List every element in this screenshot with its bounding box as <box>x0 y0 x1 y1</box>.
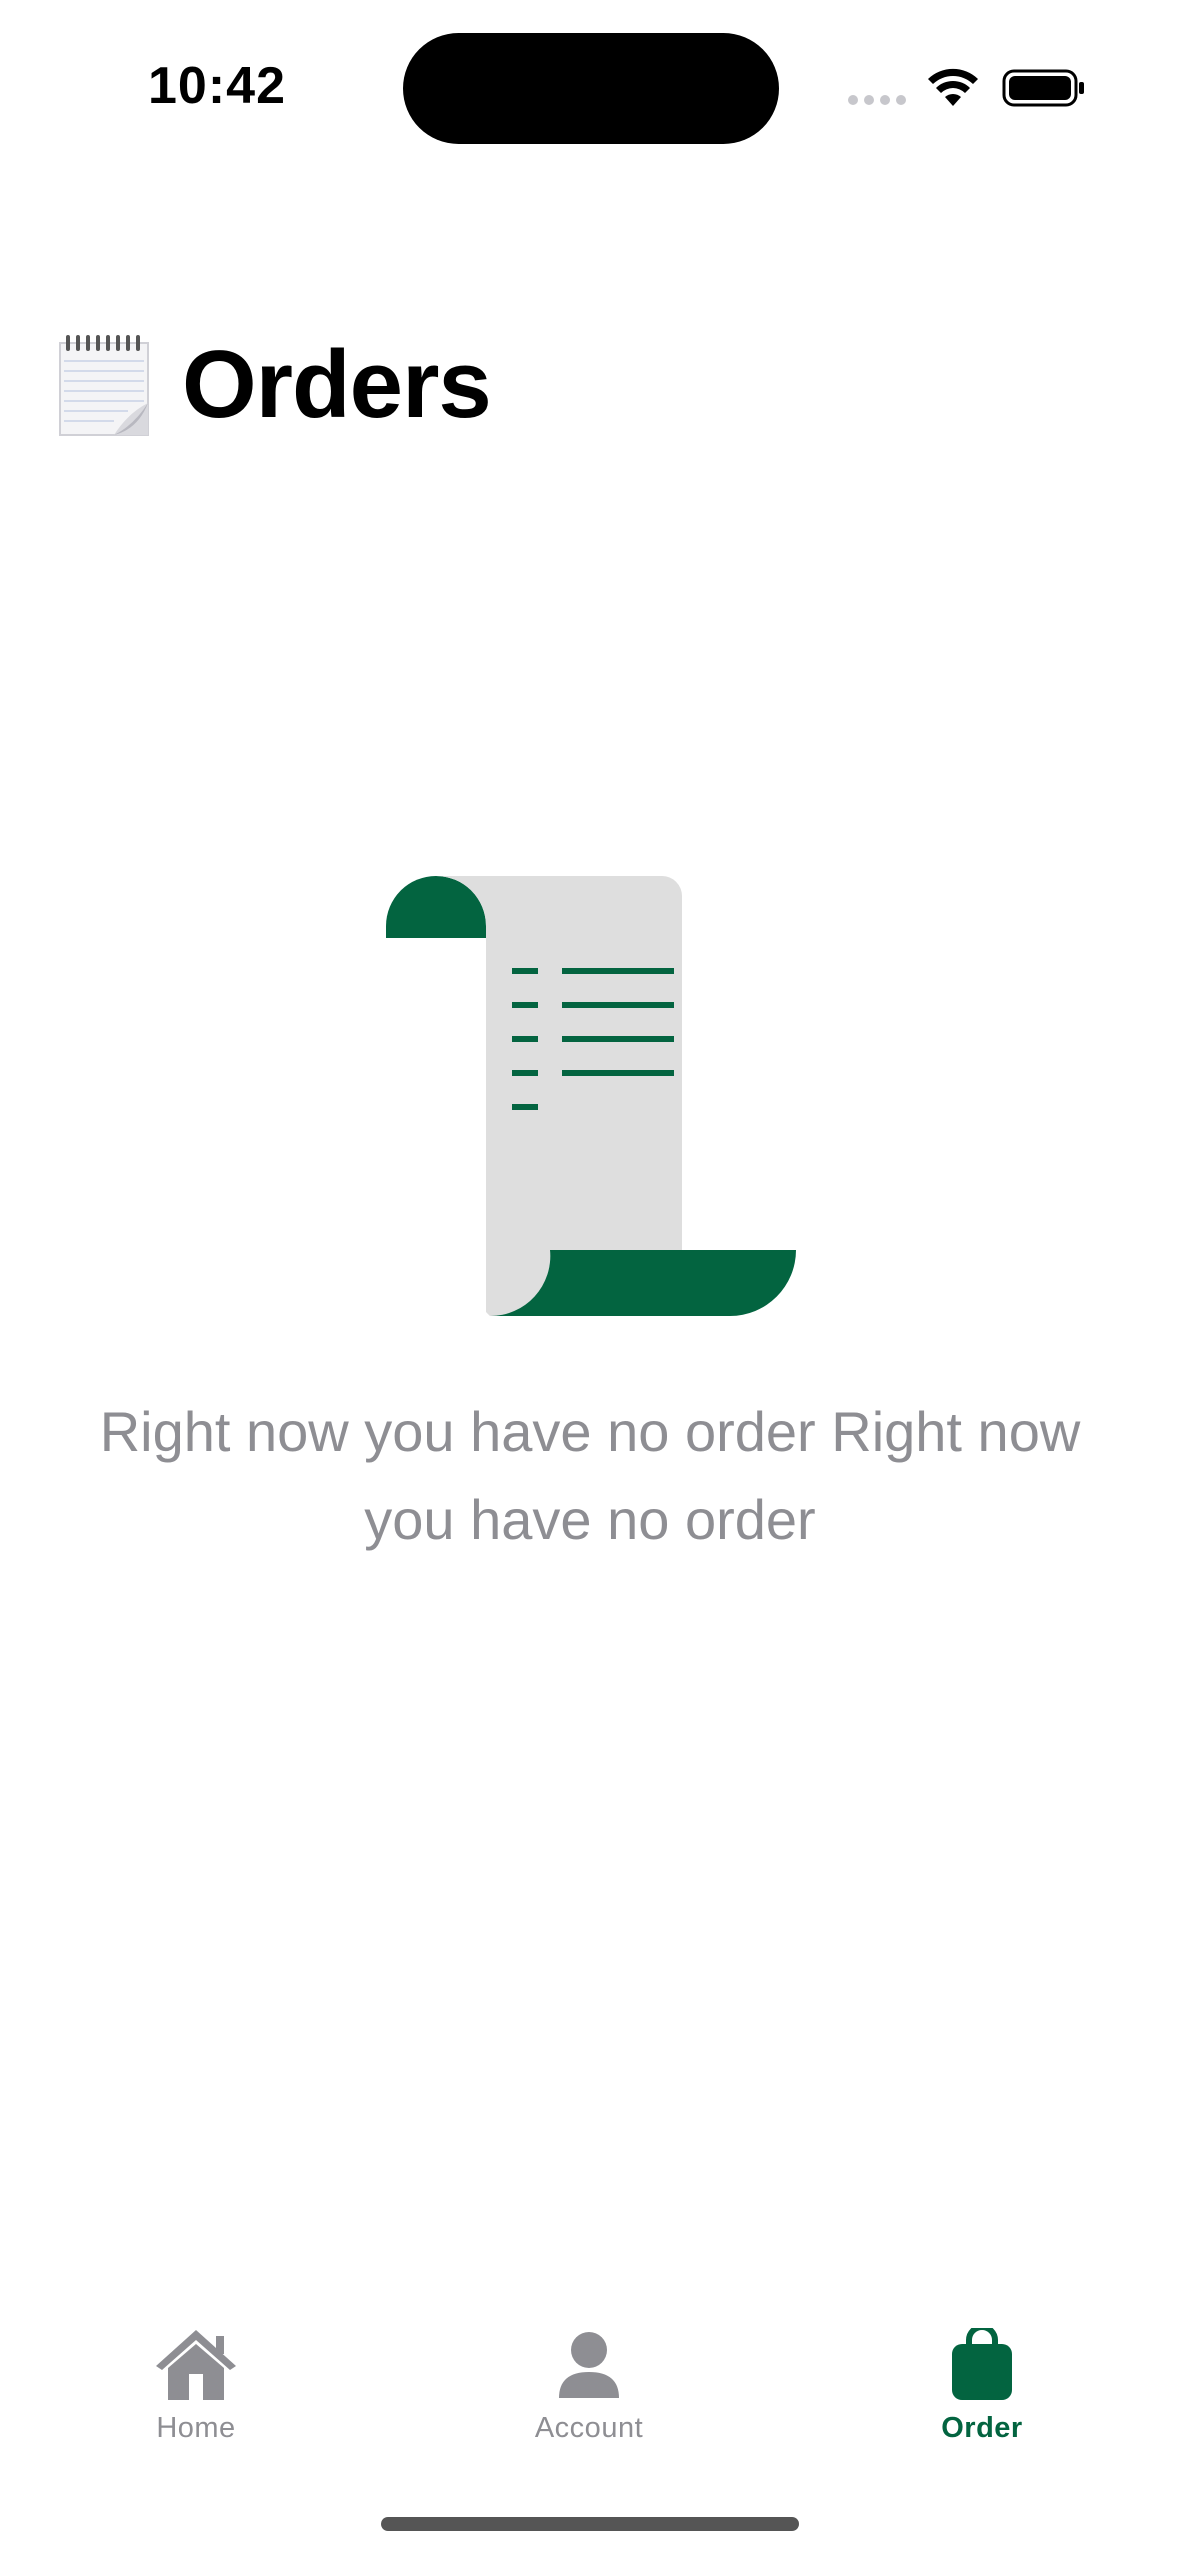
tab-account-label: Account <box>534 2412 644 2444</box>
battery-icon <box>1002 69 1084 107</box>
status-time: 10:42 <box>148 57 286 115</box>
page-title: Orders <box>182 331 492 438</box>
tab-order[interactable]: Order <box>862 2328 1102 2468</box>
cellular-signal-icon <box>848 95 908 107</box>
home-indicator[interactable] <box>381 2517 799 2531</box>
house-icon <box>156 2330 236 2400</box>
tab-home[interactable]: Home <box>76 2328 316 2468</box>
wifi-icon <box>928 68 978 106</box>
dynamic-island <box>403 33 779 144</box>
tab-account[interactable]: Account <box>469 2328 709 2468</box>
person-icon <box>559 2332 619 2398</box>
tab-home-label: Home <box>156 2412 236 2444</box>
tab-order-label: Order <box>941 2412 1023 2444</box>
bag-icon <box>952 2328 1012 2400</box>
page-header: Orders <box>58 325 492 445</box>
status-bar: 10:42 <box>0 0 1179 180</box>
empty-state-message: Right now you have no order Right now yo… <box>99 1400 1081 1551</box>
notepad-icon <box>59 335 149 436</box>
receipt-scroll-icon <box>386 876 796 1316</box>
